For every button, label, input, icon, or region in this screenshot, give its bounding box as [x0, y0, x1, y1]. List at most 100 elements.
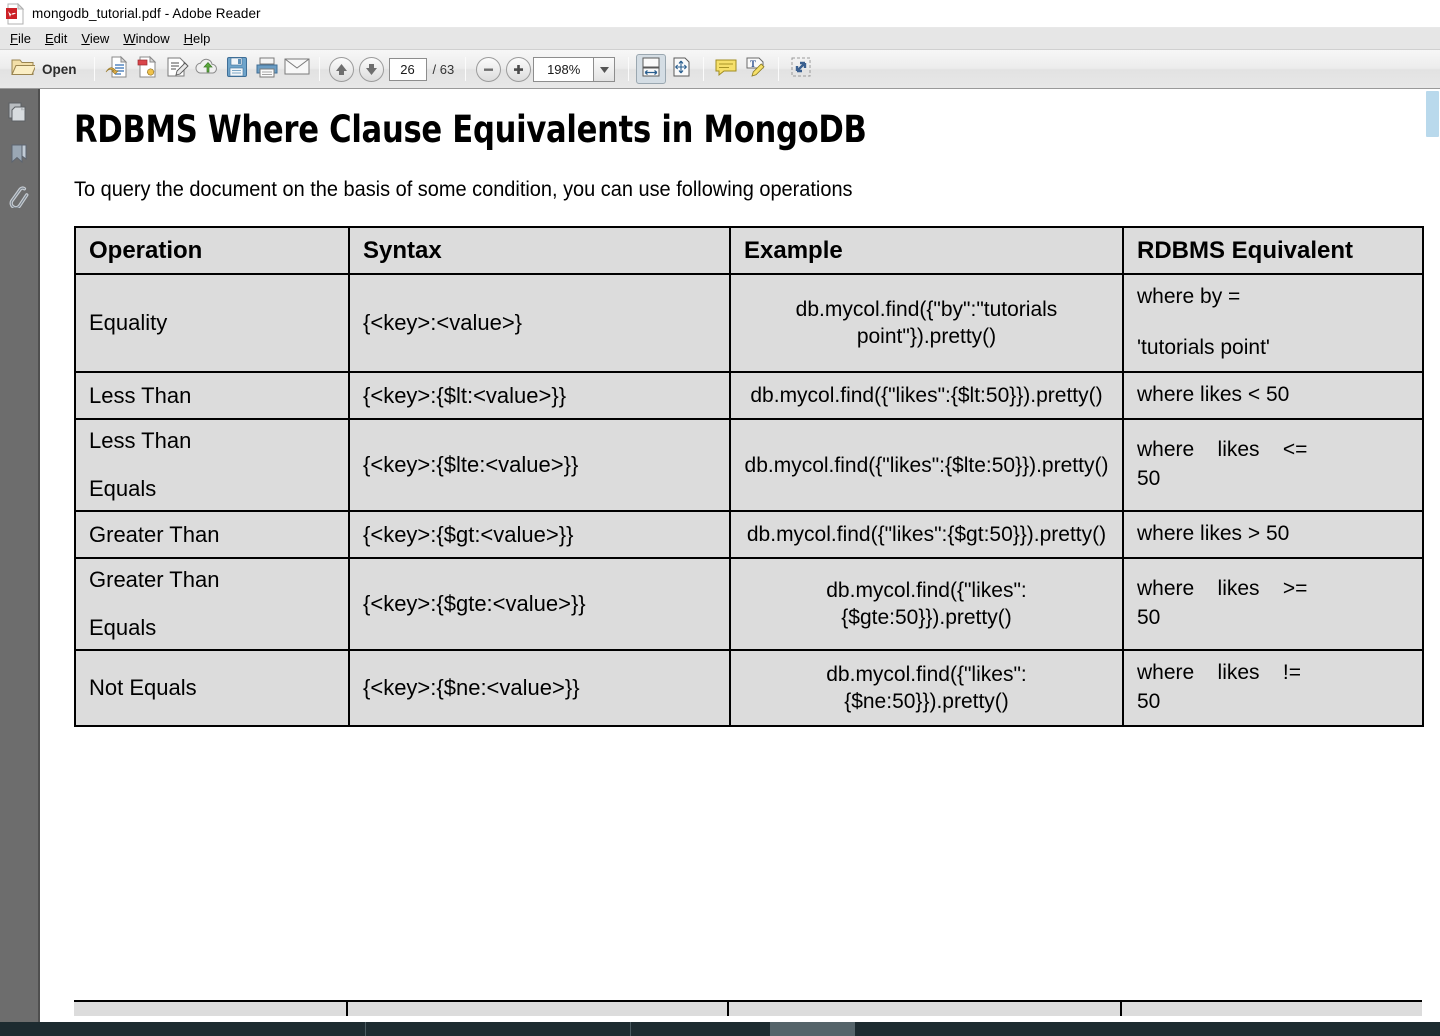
- menu-file[interactable]: File: [7, 30, 42, 47]
- next-table-partial: [74, 1000, 1422, 1016]
- rdbms-line-1: where likes >=: [1137, 577, 1308, 601]
- window-title: mongodb_tutorial.pdf - Adobe Reader: [32, 6, 261, 21]
- read-mode-button[interactable]: [786, 54, 816, 84]
- svg-text:T: T: [750, 59, 756, 69]
- cell-rdbms-equivalent: where likes < 50: [1122, 371, 1424, 421]
- cell-example: db.mycol.find({"likes":{$gt:50}}).pretty…: [729, 510, 1124, 560]
- vertical-scrollbar[interactable]: [1425, 89, 1440, 1036]
- previous-page-button[interactable]: [327, 54, 357, 84]
- next-page-button[interactable]: [357, 54, 387, 84]
- open-button-label: Open: [42, 61, 77, 77]
- toolbar-separator-5: [703, 57, 705, 81]
- table-row: Greater Than Equals {<key>:{$gte:<value>…: [74, 557, 1424, 652]
- cell-example: db.mycol.find({"likes":{$ne:50}}).pretty…: [729, 649, 1124, 728]
- cell-syntax: {<key>:{$lt:<value>}}: [348, 371, 731, 421]
- sticky-note-icon: [714, 57, 738, 82]
- main-toolbar: Open 26 / 63 198% T: [0, 50, 1440, 89]
- fit-page-button[interactable]: [666, 54, 696, 84]
- open-button[interactable]: Open: [6, 54, 87, 84]
- page-number-value: 26: [400, 61, 415, 77]
- operations-table: Operation Syntax Example RDBMS Equivalen…: [74, 225, 1424, 728]
- column-header-operation: Operation: [74, 225, 350, 276]
- sidebar-item-attachments[interactable]: [6, 185, 32, 211]
- sidebar-item-bookmarks[interactable]: [6, 143, 32, 169]
- table-row: Less Than Equals {<key>:{$lte:<value>}} …: [74, 418, 1424, 513]
- cell-rdbms-equivalent: where likes > 50: [1122, 510, 1424, 560]
- email-icon: [284, 57, 310, 81]
- cell-example: db.mycol.find({"by":"tutorials point"}).…: [729, 273, 1124, 374]
- zoom-in-button[interactable]: [503, 54, 533, 84]
- sticky-note-button[interactable]: [711, 54, 741, 84]
- zoom-out-button[interactable]: [473, 54, 503, 84]
- column-header-syntax: Syntax: [348, 225, 731, 276]
- combine-files-icon-button[interactable]: [132, 54, 162, 84]
- cell-rdbms-equivalent: where by = 'tutorials point': [1122, 273, 1424, 374]
- page-intro-text: To query the document on the basis of so…: [74, 178, 853, 201]
- upload-to-cloud-icon-button[interactable]: [192, 54, 222, 84]
- sidebar-item-page-thumbnails[interactable]: [6, 101, 32, 127]
- zoom-level-value: 198%: [547, 61, 581, 77]
- fit-width-icon: [640, 56, 662, 83]
- table-row: Not Equals {<key>:{$ne:<value>}} db.myco…: [74, 649, 1424, 728]
- rdbms-line-2: 50: [1137, 606, 1161, 630]
- page-title: RDBMS Where Clause Equivalents in MongoD…: [74, 108, 867, 151]
- fit-width-button[interactable]: [636, 54, 667, 84]
- cell-operation: Greater Than: [74, 510, 350, 560]
- rdbms-line-2: 50: [1137, 467, 1161, 491]
- highlight-text-button[interactable]: T: [741, 54, 771, 84]
- highlight-text-icon: T: [744, 56, 768, 83]
- print-button[interactable]: [252, 54, 282, 84]
- rdbms-line-1: where likes <=: [1137, 438, 1308, 462]
- email-button[interactable]: [282, 54, 312, 84]
- edit-pdf-icon-button[interactable]: [162, 54, 192, 84]
- page-total-label: / 63: [432, 61, 455, 77]
- create-pdf-icon: [105, 55, 129, 84]
- rdbms-line-2: 50: [1137, 690, 1161, 714]
- zoom-dropdown-button[interactable]: [593, 56, 616, 82]
- next-page-icon: [359, 56, 385, 82]
- cell-operation: Less Than: [74, 371, 350, 421]
- menu-edit[interactable]: Edit: [42, 30, 78, 47]
- vertical-scrollbar-thumb[interactable]: [1426, 91, 1439, 137]
- fit-page-icon: [670, 56, 692, 83]
- zoom-level-input[interactable]: 198%: [533, 56, 594, 82]
- menu-help[interactable]: Help: [181, 30, 222, 47]
- table-row: Greater Than {<key>:{$gt:<value>}} db.my…: [74, 510, 1424, 560]
- save-button[interactable]: [222, 54, 252, 84]
- combine-files-icon: [135, 55, 159, 84]
- column-header-rdbms-equivalent: RDBMS Equivalent: [1122, 225, 1424, 276]
- taskbar-active-window[interactable]: [770, 1022, 855, 1036]
- partial-cell: [348, 1002, 729, 1016]
- menubar: File Edit View Window Help: [0, 28, 1440, 50]
- window-titlebar: mongodb_tutorial.pdf - Adobe Reader: [0, 0, 1440, 28]
- pdf-page: RDBMS Where Clause Equivalents in MongoD…: [40, 89, 1440, 1036]
- table-header-row: Operation Syntax Example RDBMS Equivalen…: [74, 225, 1424, 276]
- rdbms-line-1: where likes !=: [1137, 661, 1301, 685]
- read-mode-icon: [790, 56, 812, 83]
- page-number-input[interactable]: 26: [388, 57, 427, 81]
- create-pdf-icon-button[interactable]: [102, 54, 132, 84]
- operation-line-1: Less Than: [89, 428, 192, 454]
- taskbar-divider: [630, 1022, 631, 1036]
- cell-operation: Greater Than Equals: [74, 557, 350, 652]
- operation-line-2: Equals: [89, 615, 157, 641]
- cell-example: db.mycol.find({"likes":{$lt:50}}).pretty…: [729, 371, 1124, 421]
- cell-syntax: {<key>:{$lte:<value>}}: [348, 418, 731, 513]
- toolbar-separator-6: [778, 57, 780, 81]
- menu-window[interactable]: Window: [120, 30, 180, 47]
- cell-example: db.mycol.find({"likes":{$gte:50}}).prett…: [729, 557, 1124, 652]
- toolbar-separator-1: [93, 57, 95, 81]
- operation-line-2: Equals: [89, 476, 157, 502]
- paperclip-icon: [6, 184, 32, 213]
- operation-line-1: Greater Than: [89, 567, 220, 593]
- taskbar-divider: [365, 1022, 366, 1036]
- cell-operation: Less Than Equals: [74, 418, 350, 513]
- menu-view[interactable]: View: [78, 30, 120, 47]
- toolbar-separator-2: [318, 57, 320, 81]
- folder-open-icon: [11, 57, 37, 82]
- table-row: Less Than {<key>:{$lt:<value>}} db.mycol…: [74, 371, 1424, 421]
- document-view[interactable]: RDBMS Where Clause Equivalents in MongoD…: [40, 89, 1440, 1036]
- toolbar-separator-3: [465, 57, 467, 81]
